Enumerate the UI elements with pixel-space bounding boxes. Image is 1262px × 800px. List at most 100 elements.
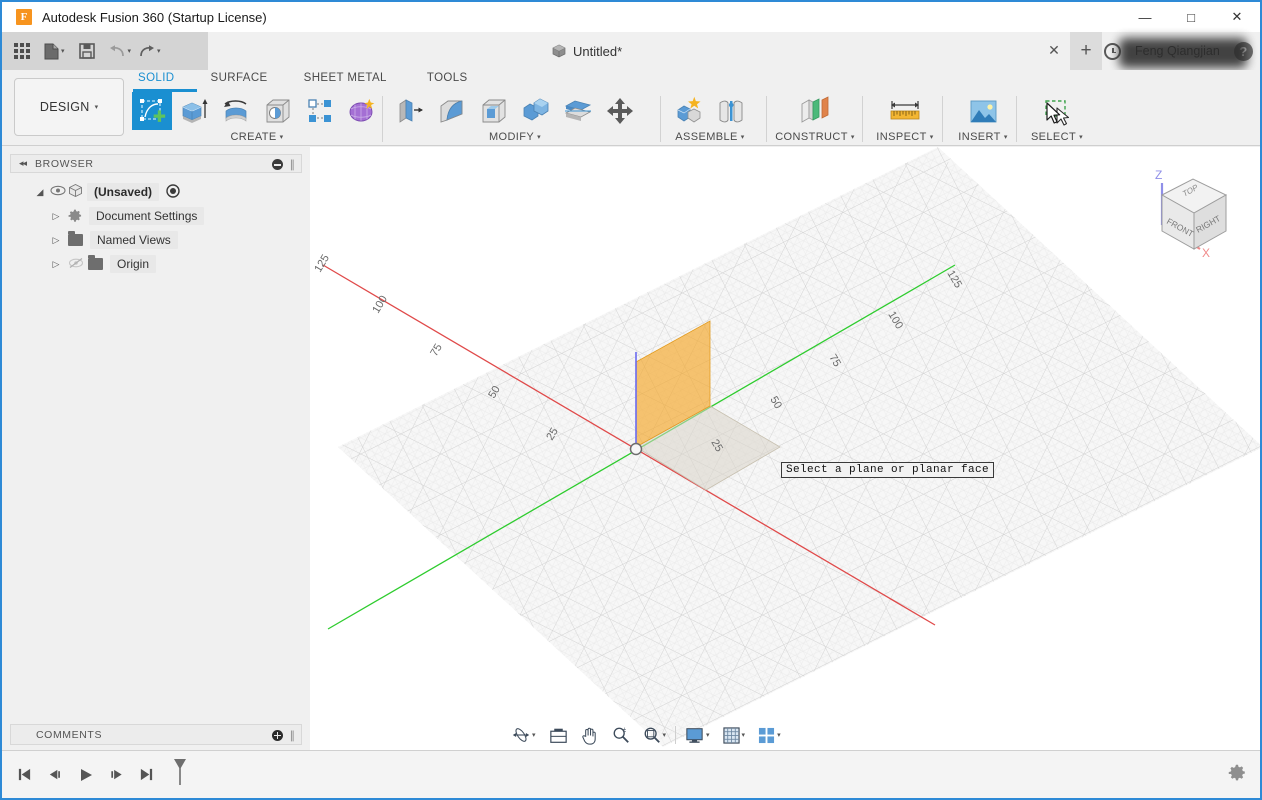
expand-arrow-icon[interactable]: ▷ — [48, 211, 64, 222]
viewports-button[interactable]: ▾ — [755, 722, 784, 748]
new-tab-button[interactable]: + — [1070, 32, 1102, 70]
add-comment-icon[interactable] — [272, 730, 283, 741]
app-grid-button[interactable] — [11, 38, 33, 64]
press-pull-button[interactable] — [390, 92, 430, 130]
move-copy-button[interactable] — [600, 92, 640, 130]
offset-plane-icon — [798, 96, 832, 126]
timeline-go-to-beginning-button[interactable] — [12, 760, 37, 790]
user-account-name[interactable]: Feng Qiangjian — [1131, 42, 1224, 60]
fusion-360-window: F Autodesk Fusion 360 (Startup License) … — [0, 0, 1262, 800]
insert-canvas-button[interactable] — [948, 92, 1018, 130]
chevron-down-icon: ▾ — [851, 134, 855, 141]
folder-icon — [88, 258, 103, 270]
expand-arrow-icon[interactable]: ▷ — [48, 259, 64, 270]
chevron-down-icon: ▾ — [128, 48, 132, 55]
insert-group-label[interactable]: INSERT ▾ — [958, 131, 1007, 143]
timeline-settings-button[interactable] — [1224, 760, 1250, 786]
redo-button[interactable]: ▾ — [136, 38, 163, 64]
ribbon-divider — [766, 96, 767, 142]
modify-icon-row — [390, 92, 640, 130]
measure-button[interactable] — [868, 92, 942, 130]
browser-node-origin[interactable]: ▷ Origin — [10, 252, 302, 276]
new-component-button[interactable] — [669, 92, 709, 130]
fit-button[interactable]: ▾ — [640, 722, 670, 748]
create-sketch-button[interactable] — [132, 92, 172, 130]
ribbon-group-create: CREATE ▾ — [132, 92, 382, 146]
split-face-button[interactable] — [558, 92, 598, 130]
document-tab-label: Untitled* — [573, 44, 622, 59]
comments-panel-header[interactable]: COMMENTS ∥ — [10, 724, 302, 745]
ribbon-group-construct: CONSTRUCT ▾ — [772, 92, 858, 146]
chevron-down-icon: ▾ — [777, 732, 781, 739]
revolve-icon — [221, 96, 251, 126]
save-button[interactable] — [76, 38, 98, 64]
hole-button[interactable] — [258, 92, 298, 130]
offset-plane-button[interactable] — [772, 92, 858, 130]
shell-button[interactable] — [474, 92, 514, 130]
expand-arrow-icon[interactable]: ▷ — [48, 235, 64, 246]
close-button[interactable]: ✕ — [1214, 2, 1260, 32]
chevron-down-icon: ▾ — [537, 134, 541, 141]
account-area: Feng Qiangjian ? — [1104, 32, 1253, 70]
tab-solid[interactable]: SOLID — [132, 70, 181, 88]
construct-group-label[interactable]: CONSTRUCT ▾ — [775, 131, 855, 143]
joint-button[interactable] — [711, 92, 751, 130]
panel-resize-grip[interactable]: ∥ — [290, 158, 296, 171]
undo-button[interactable]: ▾ — [107, 38, 134, 64]
browser-node-document-root[interactable]: ◢ (Unsaved) — [10, 180, 302, 204]
panel-resize-grip[interactable]: ∥ — [290, 729, 296, 742]
extrude-button[interactable] — [174, 92, 214, 130]
timeline-go-to-end-button[interactable] — [134, 760, 159, 790]
look-at-button[interactable] — [546, 722, 571, 748]
display-settings-button[interactable]: ▾ — [682, 722, 713, 748]
inspect-group-label[interactable]: INSPECT ▾ — [876, 131, 933, 143]
select-group-label[interactable]: SELECT ▾ — [1031, 131, 1083, 143]
component-active-radio[interactable] — [166, 184, 180, 201]
create-form-icon — [347, 96, 377, 126]
pan-button[interactable] — [578, 722, 602, 748]
select-tool-icon — [1041, 96, 1073, 126]
fillet-button[interactable] — [432, 92, 472, 130]
new-document-button[interactable]: ▾ — [42, 38, 67, 64]
view-cube-graphic: Z X TOP FRONT RIGHT — [1136, 157, 1246, 267]
grid-snaps-button[interactable]: ▾ — [720, 722, 749, 748]
browser-node-document-settings[interactable]: ▷ Document Settings — [10, 204, 302, 228]
collapse-panel-icon[interactable]: ◂◂ — [19, 158, 26, 169]
timeline-step-back-button[interactable] — [42, 760, 67, 790]
document-cube-icon — [552, 44, 566, 58]
tab-sheet-metal[interactable]: SHEET METAL — [298, 70, 393, 88]
revolve-button[interactable] — [216, 92, 256, 130]
timeline-marker[interactable] — [171, 757, 189, 792]
x-tick-100: 100 — [370, 294, 390, 316]
quick-access-row: ▾ ▾ ▾ — [2, 32, 1260, 70]
minimize-button[interactable]: — — [1122, 2, 1168, 32]
timeline-step-forward-button[interactable] — [104, 760, 129, 790]
window-title: Autodesk Fusion 360 (Startup License) — [42, 10, 267, 25]
visibility-eye-icon[interactable] — [48, 185, 68, 199]
browser-options-icon[interactable] — [272, 159, 283, 170]
pattern-button[interactable] — [300, 92, 340, 130]
viewport-canvas[interactable]: 125 100 75 50 25 125 100 75 50 25 Z — [310, 147, 1260, 753]
create-form-button[interactable] — [342, 92, 382, 130]
maximize-button[interactable]: □ — [1168, 2, 1214, 32]
tab-surface[interactable]: SURFACE — [205, 70, 274, 88]
modify-group-label[interactable]: MODIFY ▾ — [489, 131, 541, 143]
browser-node-named-views[interactable]: ▷ Named Views — [10, 228, 302, 252]
assemble-group-label[interactable]: ASSEMBLE ▾ — [675, 131, 744, 143]
create-group-label[interactable]: CREATE ▾ — [230, 131, 283, 143]
expand-arrow-icon[interactable]: ◢ — [32, 187, 48, 198]
zoom-button[interactable]: ± — [609, 722, 633, 748]
document-tab-untitled[interactable]: Untitled* — [538, 32, 636, 70]
workspace-selector[interactable]: DESIGN ▾ — [14, 78, 124, 136]
press-pull-icon — [395, 96, 425, 126]
orbit-button[interactable]: ▾ — [509, 722, 539, 748]
x-tick-125: 125 — [312, 253, 332, 275]
select-tool-button[interactable] — [1022, 92, 1092, 130]
combine-button[interactable] — [516, 92, 556, 130]
document-tab-close-button[interactable]: ✕ — [1046, 43, 1062, 59]
view-cube[interactable]: Z X TOP FRONT RIGHT — [1136, 157, 1246, 267]
tab-tools[interactable]: TOOLS — [421, 70, 474, 88]
visibility-eye-off-icon[interactable] — [66, 257, 86, 272]
ribbon-divider — [660, 96, 661, 142]
timeline-play-button[interactable] — [73, 760, 98, 790]
